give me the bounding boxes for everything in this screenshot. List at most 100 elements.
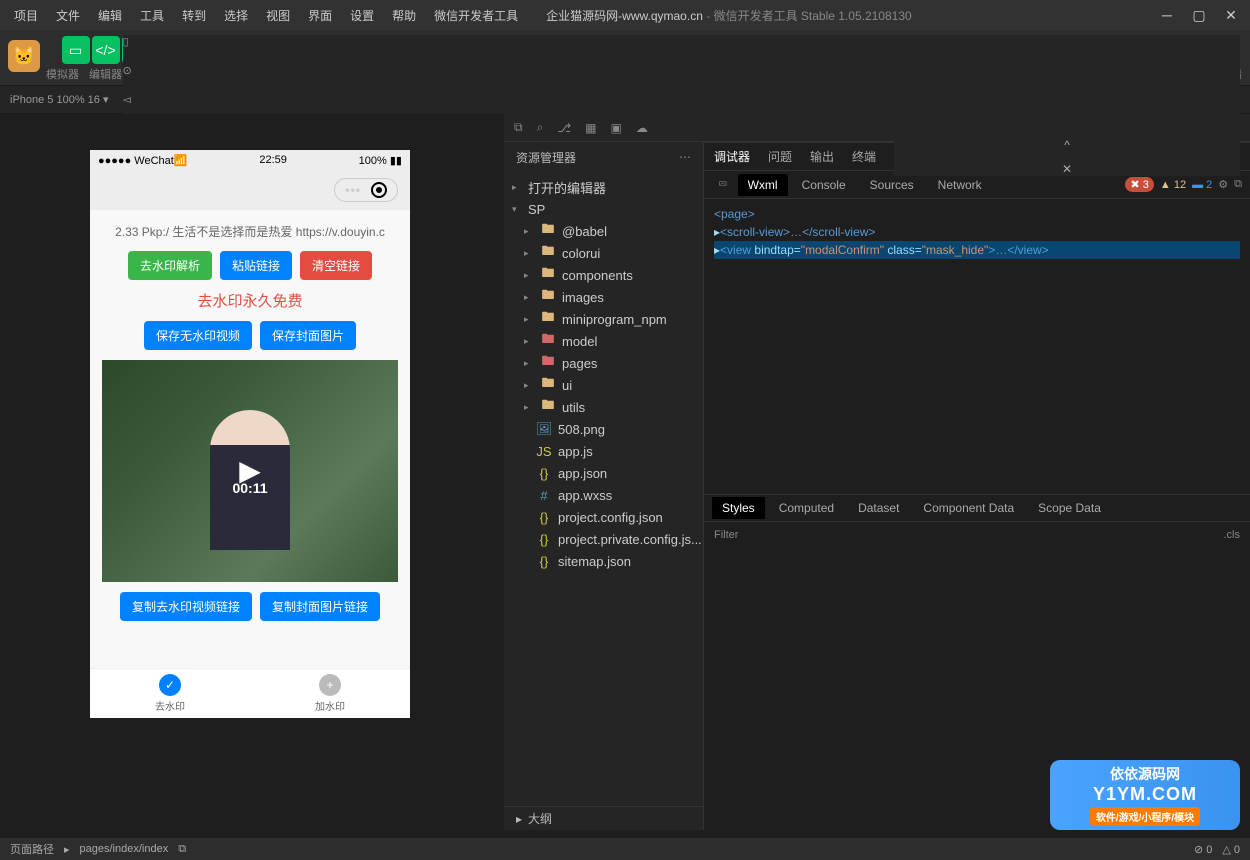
video-preview[interactable]: ▶ 00:11	[102, 360, 398, 582]
wxml-tree[interactable]: <page> ▸<scroll-view>…</scroll-view> ▸<v…	[704, 199, 1250, 494]
save-video-button[interactable]: 保存无水印视频	[144, 321, 252, 350]
explorer-more-icon[interactable]: ⋯	[679, 150, 691, 164]
cls-toggle[interactable]: .cls	[1224, 529, 1241, 541]
folder-colorui[interactable]: ▸🖿colorui	[504, 242, 703, 264]
copy-cover-button[interactable]: 复制封面图片链接	[260, 592, 380, 621]
folder-images[interactable]: ▸🖿images	[504, 286, 703, 308]
folder-miniprogram_npm[interactable]: ▸🖿miniprogram_npm	[504, 308, 703, 330]
tab-output[interactable]: 输出	[810, 148, 834, 165]
phone-icon[interactable]: ▯	[123, 35, 1240, 48]
page-path-label: 页面路径	[10, 841, 54, 857]
minimize-button[interactable]: ─	[1160, 7, 1174, 24]
file-project.config.json[interactable]: {}project.config.json	[504, 506, 703, 528]
copy-path-icon[interactable]: ⧉	[178, 843, 186, 856]
parse-button[interactable]: 去水印解析	[128, 251, 212, 280]
folder-pages[interactable]: ▸🖿pages	[504, 352, 703, 374]
menu-goto[interactable]: 转到	[174, 3, 214, 28]
phone-frame: ●●●●● WeChat📶 22:59 100% ▮▮ ••• 2.33 Pkp…	[90, 150, 410, 718]
page-path[interactable]: pages/index/index	[80, 843, 169, 855]
copy-video-button[interactable]: 复制去水印视频链接	[120, 592, 252, 621]
tab-sources[interactable]: Sources	[860, 174, 924, 196]
video-duration: 00:11	[232, 480, 267, 496]
main-area: ●●●●● WeChat📶 22:59 100% ▮▮ ••• 2.33 Pkp…	[0, 114, 1250, 830]
status-errors[interactable]: ⊘ 0	[1194, 843, 1212, 856]
warning-badge[interactable]: ▲ 12	[1160, 179, 1186, 191]
menu-tool[interactable]: 工具	[132, 3, 172, 28]
folder-components[interactable]: ▸🖿components	[504, 264, 703, 286]
clear-button[interactable]: 清空链接	[300, 251, 372, 280]
file-project.private.config.js...[interactable]: {}project.private.config.js...	[504, 528, 703, 550]
tab-computed[interactable]: Computed	[769, 497, 844, 519]
remove-icon: ✓	[159, 674, 181, 696]
menu-file[interactable]: 文件	[48, 3, 88, 28]
maximize-button[interactable]: ▢	[1192, 7, 1206, 24]
root-folder[interactable]: ▾SP	[504, 198, 703, 220]
file-sitemap.json[interactable]: {}sitemap.json	[504, 550, 703, 572]
file-app.wxss[interactable]: #app.wxss	[504, 484, 703, 506]
file-508.png[interactable]: 🖼508.png	[504, 418, 703, 440]
menu-settings[interactable]: 设置	[342, 3, 382, 28]
tab-styles[interactable]: Styles	[712, 497, 765, 519]
status-warnings[interactable]: △ 0	[1222, 843, 1240, 856]
add-icon: +	[319, 674, 341, 696]
file-app.js[interactable]: JSapp.js	[504, 440, 703, 462]
tab-terminal[interactable]: 终端	[852, 148, 876, 165]
device-selector[interactable]: iPhone 5 100% 16 ▾	[10, 93, 109, 106]
save-cover-button[interactable]: 保存封面图片	[260, 321, 356, 350]
cloud-icon[interactable]: ☁	[636, 121, 648, 135]
menu-view[interactable]: 视图	[258, 3, 298, 28]
watermark-overlay: 依依源码网 Y1YM.COM 软件/游戏/小程序/模块	[1050, 760, 1240, 830]
info-badge[interactable]: ▬ 2	[1192, 179, 1212, 191]
statusbar: 页面路径 ▸ pages/index/index ⧉ ⊘ 0 △ 0	[0, 838, 1250, 860]
collapse-icon[interactable]: ^	[1064, 138, 1070, 152]
tab-debugger[interactable]: 调试器	[714, 148, 750, 165]
menu-interface[interactable]: 界面	[300, 3, 340, 28]
folder-ui[interactable]: ▸🖿ui	[504, 374, 703, 396]
menu-select[interactable]: 选择	[216, 3, 256, 28]
tab-remove-watermark[interactable]: ✓ 去水印	[90, 669, 250, 718]
main-menu: 项目 文件 编辑 工具 转到 选择 视图 界面 设置 帮助 微信开发者工具	[6, 3, 526, 28]
capsule-button[interactable]: •••	[334, 178, 398, 202]
tab-scope-data[interactable]: Scope Data	[1028, 497, 1111, 519]
file-tree: ▸打开的编辑器 ▾SP ▸🖿@babel▸🖿colorui▸🖿component…	[504, 172, 703, 806]
gear-icon[interactable]: ⚙	[1218, 178, 1228, 191]
folder-model[interactable]: ▸🖿model	[504, 330, 703, 352]
tab-network[interactable]: Network	[928, 174, 992, 196]
file-app.json[interactable]: {}app.json	[504, 462, 703, 484]
tab-component-data[interactable]: Component Data	[913, 497, 1024, 519]
editor-button[interactable]: </>	[92, 36, 120, 64]
ext-icon[interactable]: ▦	[585, 121, 596, 135]
inspect-icon[interactable]: ⮹	[712, 177, 734, 192]
simulator-label: 模拟器	[46, 66, 79, 82]
close-miniapp-icon[interactable]	[371, 182, 387, 198]
search-icon[interactable]: ⌕	[537, 120, 544, 135]
tab-problems[interactable]: 问题	[768, 148, 792, 165]
menu-help[interactable]: 帮助	[384, 3, 424, 28]
opened-editors[interactable]: ▸打开的编辑器	[504, 176, 703, 198]
simulator-button[interactable]: ▭	[62, 36, 90, 64]
phone-statusbar: ●●●●● WeChat📶 22:59 100% ▮▮	[90, 150, 410, 170]
menu-edit[interactable]: 编辑	[90, 3, 130, 28]
folder-@babel[interactable]: ▸🖿@babel	[504, 220, 703, 242]
close-button[interactable]: ✕	[1224, 7, 1238, 24]
paste-button[interactable]: 粘贴链接	[220, 251, 292, 280]
files-icon[interactable]: ⧉	[514, 120, 523, 135]
error-badge[interactable]: ✖ 3	[1125, 177, 1153, 192]
tab-wxml[interactable]: Wxml	[738, 174, 788, 196]
menu-dots-icon[interactable]: •••	[345, 183, 361, 197]
folder-utils[interactable]: ▸🖿utils	[504, 396, 703, 418]
filter-input[interactable]: Filter	[714, 529, 738, 541]
tab-dataset[interactable]: Dataset	[848, 497, 909, 519]
git-icon[interactable]: ⎇	[557, 121, 571, 135]
menu-project[interactable]: 项目	[6, 3, 46, 28]
tab-console[interactable]: Console	[792, 174, 856, 196]
outline-section[interactable]: ▸大纲	[504, 806, 703, 830]
simulator-bar: iPhone 5 100% 16 ▾ ▯ ⊙ ◅ ✂ ⟳	[0, 86, 1250, 114]
dock-icon[interactable]: ⧉	[1234, 178, 1242, 191]
menu-wechat-devtools[interactable]: 微信开发者工具	[426, 3, 526, 28]
record-icon[interactable]: ⊙	[123, 64, 1240, 77]
tab-add-watermark[interactable]: + 加水印	[250, 669, 410, 718]
debug-icon[interactable]: ▣	[610, 121, 621, 135]
titlebar: 项目 文件 编辑 工具 转到 选择 视图 界面 设置 帮助 微信开发者工具 企业…	[0, 0, 1250, 30]
share-icon[interactable]: ◅	[123, 93, 1240, 106]
